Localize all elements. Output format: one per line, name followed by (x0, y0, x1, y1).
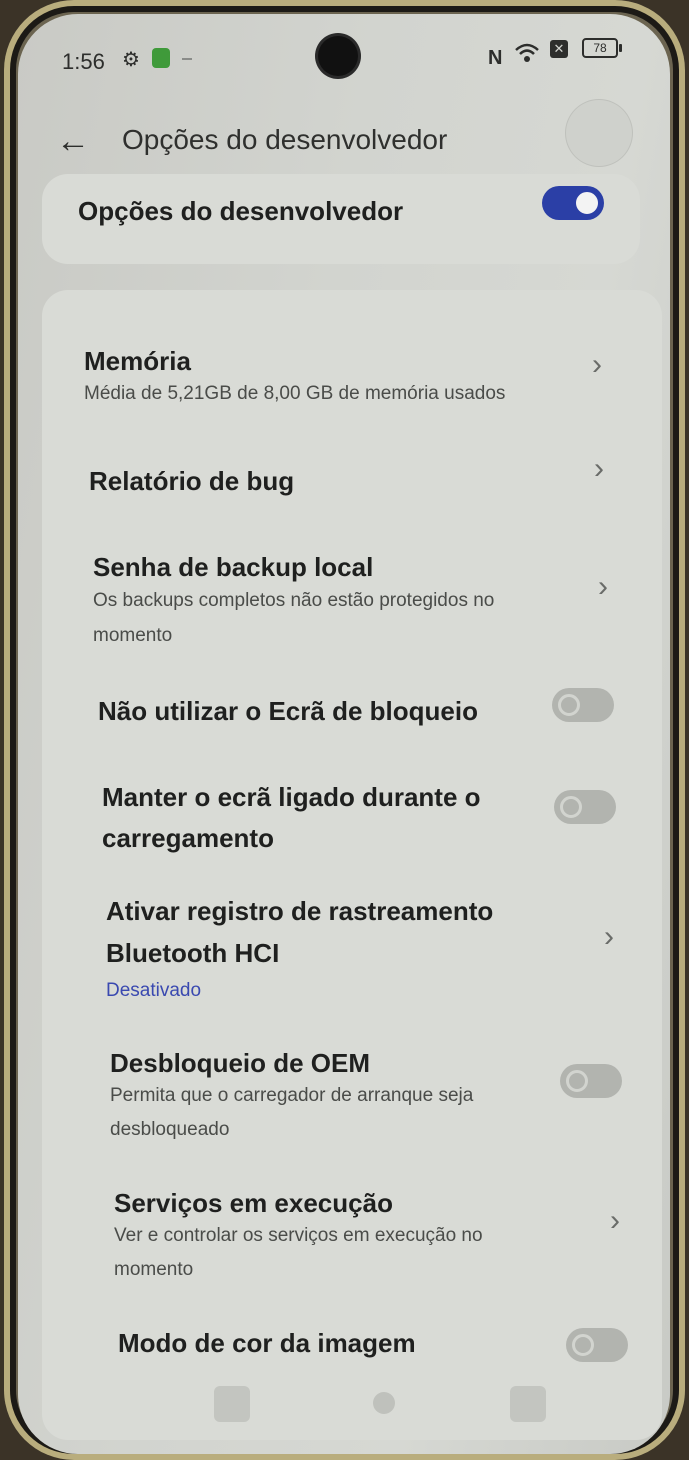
stay-awake-toggle[interactable] (554, 790, 616, 824)
backup-password-subtitle-line1: Os backups completos não estão protegido… (93, 590, 495, 611)
stay-awake-title-line2: carregamento (102, 823, 274, 853)
avatar[interactable] (566, 100, 632, 166)
oem-unlock-title: Desbloqueio de OEM (110, 1048, 371, 1078)
bug-report-title: Relatório de bug (89, 466, 295, 496)
chevron-right-icon: › (604, 920, 614, 953)
memory-title: Memória (84, 346, 191, 376)
phone-screen: 1:56 ⚙ N ✕ 78 ← Opções do desenvolvedor … (18, 14, 670, 1454)
recents-button[interactable] (214, 1386, 250, 1422)
developer-options-toggle[interactable] (542, 186, 604, 220)
oem-unlock-toggle[interactable] (560, 1064, 622, 1098)
toggle-knob (560, 796, 582, 818)
oem-unlock-subtitle-line1: Permita que o carregador de arranque sej… (110, 1085, 474, 1106)
toggle-knob (572, 1334, 594, 1356)
running-services-title: Serviços em execução (114, 1188, 393, 1218)
backup-password-title: Senha de backup local (93, 552, 374, 582)
color-mode-title: Modo de cor da imagem (118, 1328, 416, 1358)
nfc-icon: N (488, 47, 503, 69)
toggle-knob (566, 1070, 588, 1092)
home-button[interactable] (373, 1392, 395, 1414)
sim-x-icon: ✕ (550, 40, 568, 58)
running-services-subtitle-line1: Ver e controlar os serviços em execução … (114, 1225, 483, 1246)
chevron-right-icon: › (598, 570, 608, 603)
back-nav-button[interactable] (510, 1386, 546, 1422)
no-lock-screen-title: Não utilizar o Ecrã de bloqueio (98, 696, 478, 726)
wifi-icon (514, 42, 540, 70)
toggle-knob (558, 694, 580, 716)
chevron-right-icon: › (592, 348, 602, 381)
battery-indicator: 78 (582, 38, 622, 58)
toggle-knob (576, 192, 598, 214)
chevron-right-icon: › (610, 1204, 620, 1237)
front-camera (318, 36, 358, 76)
android-robot-icon (152, 48, 170, 68)
bluetooth-hci-title-line1: Ativar registro de rastreamento (106, 896, 494, 926)
gear-icon: ⚙ (122, 49, 140, 71)
backup-password-subtitle-line2: momento (93, 625, 173, 646)
master-toggle-label: Opções do desenvolvedor (78, 196, 404, 226)
status-time: 1:56 (62, 49, 105, 74)
bluetooth-hci-status: Desativado (106, 980, 202, 1001)
minus-icon (182, 58, 192, 60)
bluetooth-hci-title-line2: Bluetooth HCI (106, 938, 280, 968)
back-arrow-icon[interactable]: ← (56, 124, 90, 158)
chevron-right-icon: › (594, 452, 604, 485)
page-title: Opções do desenvolvedor (122, 124, 448, 155)
color-mode-toggle[interactable] (566, 1328, 628, 1362)
no-lock-screen-toggle[interactable] (552, 688, 614, 722)
memory-subtitle: Média de 5,21GB de 8,00 GB de memória us… (84, 383, 506, 404)
oem-unlock-subtitle-line2: desbloqueado (110, 1119, 230, 1140)
stay-awake-title-line1: Manter o ecrã ligado durante o (102, 782, 481, 812)
running-services-subtitle-line2: momento (114, 1259, 194, 1280)
